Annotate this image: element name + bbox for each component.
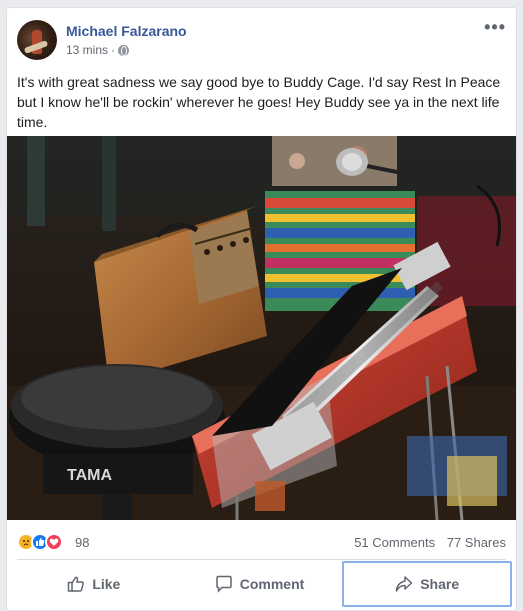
share-label: Share: [420, 576, 460, 592]
like-icon: [68, 576, 85, 592]
action-divider: [17, 559, 506, 560]
comments-count[interactable]: 51 Comments: [354, 535, 435, 550]
shares-count[interactable]: 77 Shares: [447, 535, 506, 550]
meta-separator: ·: [111, 43, 116, 57]
engagement-counts: 51 Comments 77 Shares: [354, 535, 506, 550]
love-reaction-icon: [45, 533, 63, 551]
photo-scene: TAMA: [7, 136, 516, 520]
share-icon: [395, 576, 413, 592]
comment-button[interactable]: Comment: [177, 561, 343, 607]
like-button[interactable]: Like: [11, 561, 177, 607]
reactions-bar: 98 51 Comments 77 Shares: [17, 530, 506, 554]
post-card: Michael Falzarano 13 mins · ••• It's wit…: [6, 7, 517, 611]
stool-brand-label: TAMA: [67, 467, 112, 484]
post-text: It's with great sadness we say good bye …: [17, 74, 501, 130]
pedal-box: [255, 481, 285, 511]
avatar[interactable]: [17, 20, 57, 60]
author-name[interactable]: Michael Falzarano: [66, 23, 187, 39]
globe-icon[interactable]: [118, 44, 130, 56]
pedal-box: [447, 456, 497, 506]
action-bar: Like Comment Share: [11, 561, 513, 607]
curtain-fold: [27, 136, 45, 226]
comment-icon: [215, 575, 232, 593]
post-header: Michael Falzarano 13 mins · •••: [17, 18, 506, 64]
like-label: Like: [92, 576, 121, 592]
curtain-fold: [102, 136, 116, 231]
post-photo[interactable]: TAMA: [7, 136, 516, 520]
reaction-icons[interactable]: [17, 533, 63, 551]
reaction-count[interactable]: 98: [75, 535, 89, 550]
comment-label: Comment: [239, 576, 305, 592]
post-timestamp[interactable]: 13 mins: [66, 43, 108, 57]
more-options-icon[interactable]: •••: [484, 18, 506, 36]
share-button[interactable]: Share: [342, 561, 513, 607]
post-meta: 13 mins ·: [66, 43, 130, 57]
